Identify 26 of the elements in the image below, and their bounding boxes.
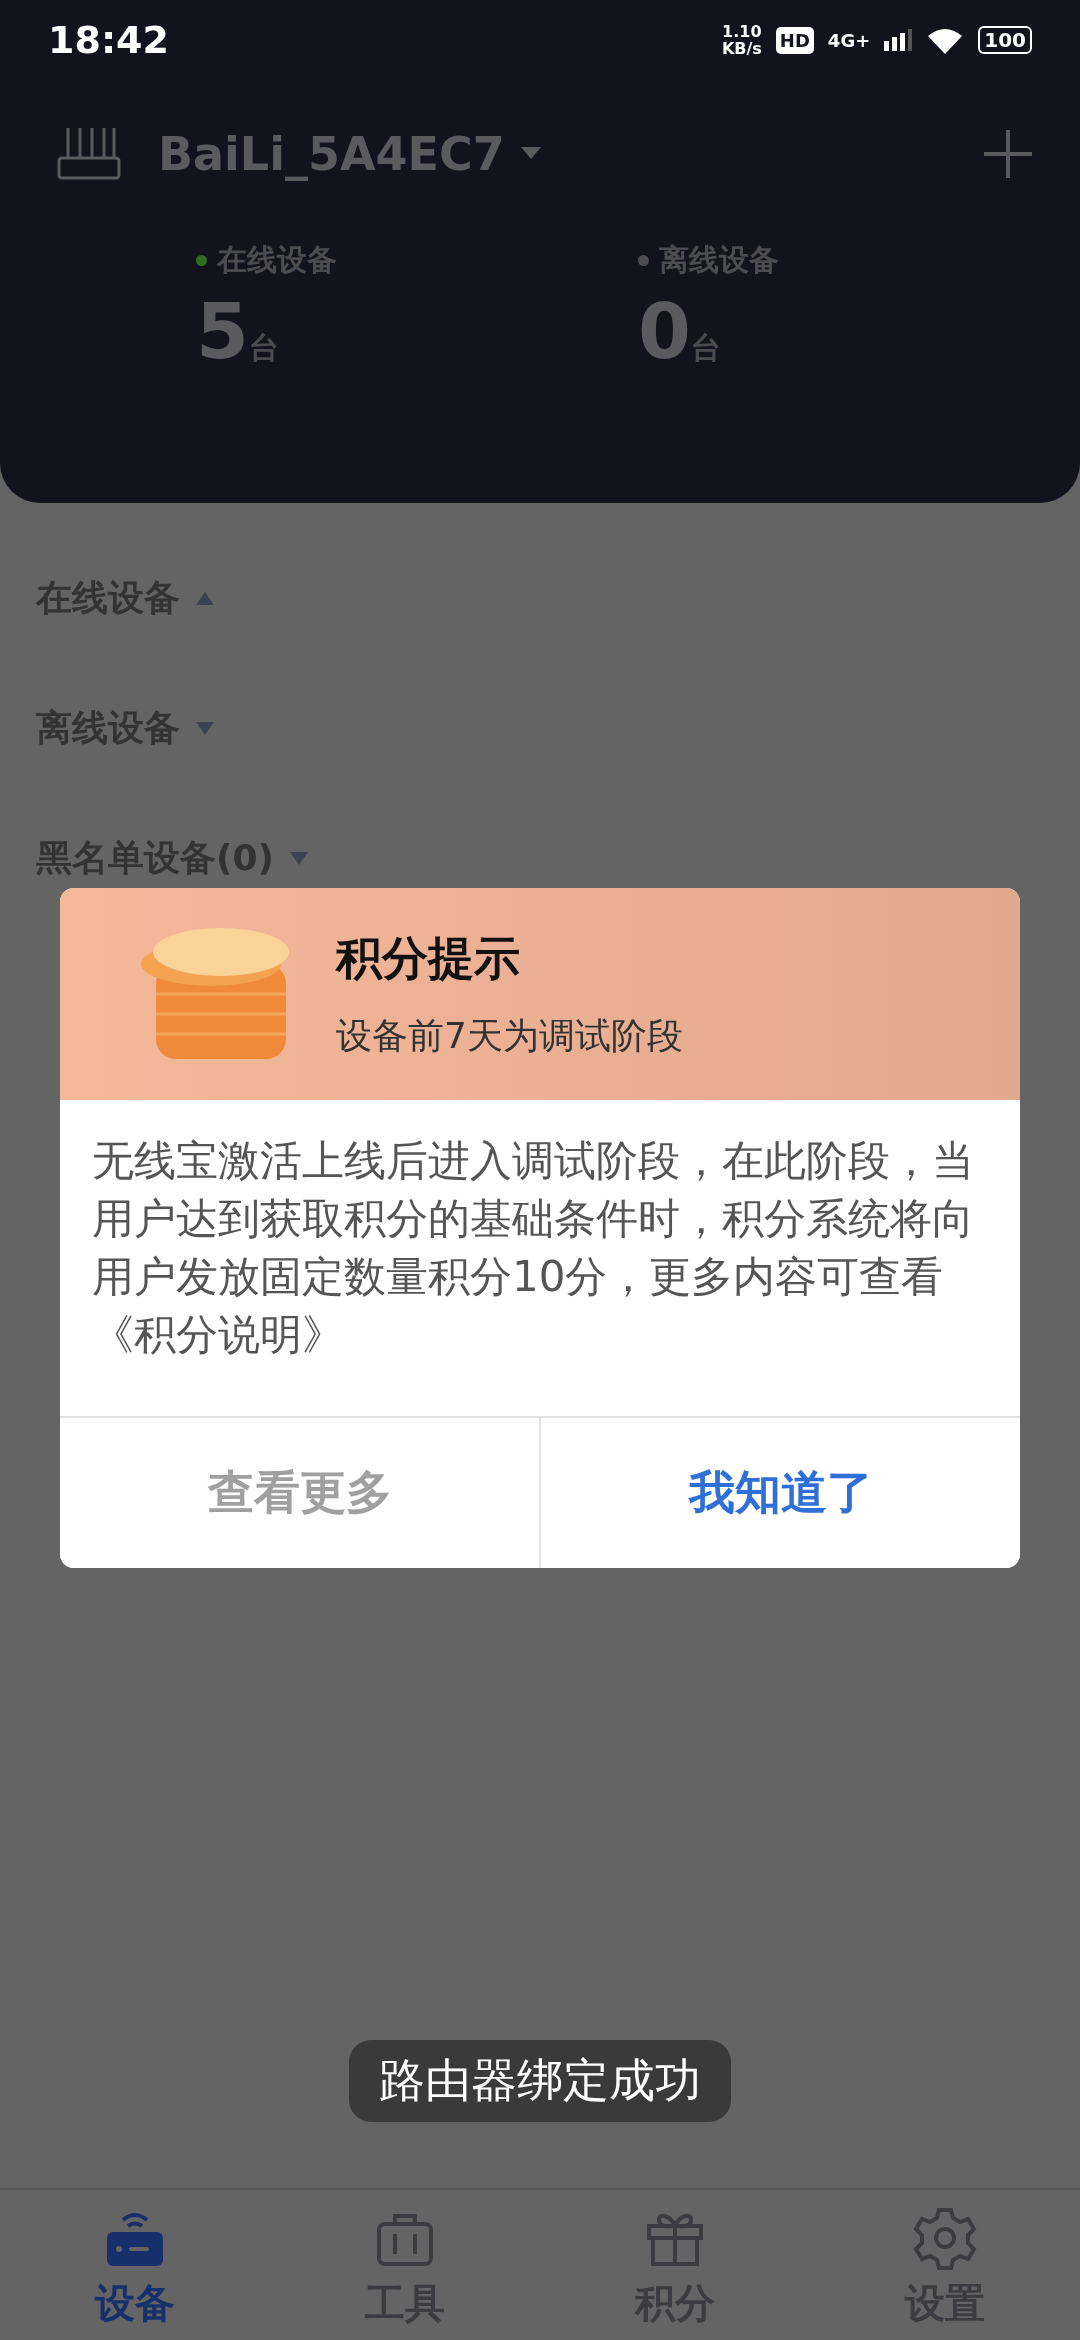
dialog-message: 无线宝激活上线后进入调试阶段，在此阶段，当用户达到获取积分的基础条件时，积分系统将向用户发放固定数量积分10分，更多内容可查看 《积分说明》: [92, 1135, 975, 1361]
count-unit: 台: [690, 329, 721, 367]
gear-icon: [913, 2206, 977, 2270]
network-speed: 1.10: [722, 23, 762, 40]
confirm-button[interactable]: 我知道了: [539, 1418, 1020, 1568]
count-unit: 台: [248, 329, 279, 367]
points-rules-link[interactable]: 《积分说明》: [92, 1310, 344, 1359]
caret-icon: [520, 147, 541, 161]
hd-badge: HD: [775, 26, 814, 54]
add-icon[interactable]: [984, 130, 1032, 178]
device-count: 0: [638, 287, 691, 376]
router-name[interactable]: BaiLi_5A4EC7: [158, 127, 505, 181]
wifi-icon: [926, 26, 965, 54]
network-type: 4G+: [827, 29, 871, 51]
stat-label: 离线设备: [659, 241, 779, 279]
toast-message: 路由器绑定成功: [349, 2040, 731, 2122]
signal-icon: [884, 29, 913, 51]
nav-tab[interactable]: 设备: [0, 2190, 270, 2340]
battery-level: 100: [978, 26, 1032, 54]
router-icon: [56, 126, 122, 182]
status-time: 18:42: [48, 18, 169, 62]
dialog-title: 积分提示: [336, 929, 521, 987]
speed-unit: KB/s: [721, 40, 762, 57]
device-count: 5: [196, 287, 249, 376]
dialog-subtitle: 设备前7天为调试阶段: [336, 1013, 683, 1058]
stat-label: 在线设备: [217, 241, 337, 279]
